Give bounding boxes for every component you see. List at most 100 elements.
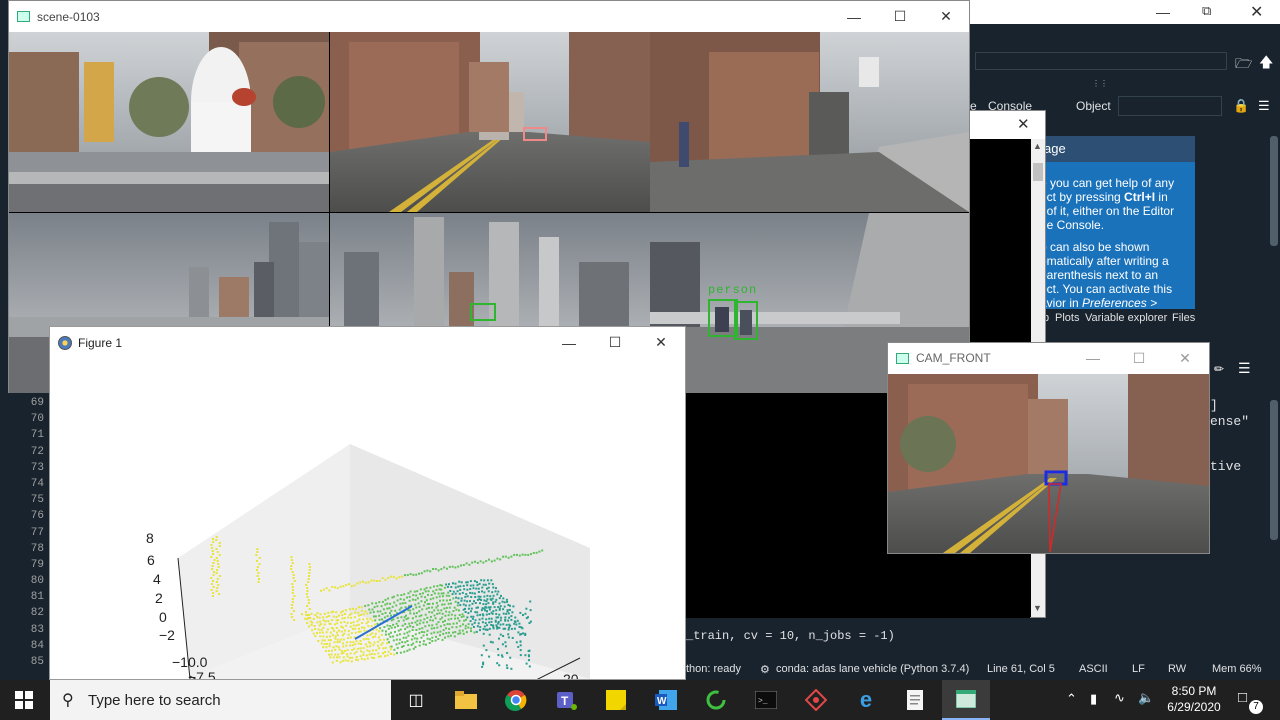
lidar-point	[338, 629, 340, 632]
clock[interactable]: 8:50 PM 6/29/2020	[1164, 684, 1224, 714]
lidar-point	[455, 596, 458, 599]
lidar-point	[424, 613, 427, 616]
edit-icon[interactable]: ✏	[1214, 362, 1224, 376]
notepad-icon[interactable]	[892, 680, 940, 720]
lidar-point	[479, 595, 482, 598]
lidar-point	[379, 627, 382, 630]
lidar-point	[445, 627, 447, 630]
lidar-point	[496, 626, 499, 629]
close-icon[interactable]: ✕	[1250, 2, 1263, 22]
restore-icon[interactable]: ⧉	[1202, 3, 1211, 19]
lidar-point	[387, 633, 390, 636]
lidar-point	[406, 626, 409, 629]
close-icon[interactable]: ✕	[1017, 115, 1030, 133]
minimize-button[interactable]: —	[831, 1, 877, 32]
lock-icon[interactable]: 🔒	[1233, 98, 1249, 114]
line-number: 80	[30, 575, 44, 588]
lidar-point	[480, 654, 483, 657]
windows-start-button[interactable]	[0, 680, 48, 720]
editor-scrollbar[interactable]	[1270, 400, 1278, 540]
close-button[interactable]: ✕	[923, 1, 969, 32]
lidar-point	[445, 594, 448, 597]
lidar-point	[464, 604, 467, 607]
lidar-point	[210, 583, 213, 585]
lidar-point	[496, 662, 499, 665]
lidar-point	[415, 606, 418, 609]
search-box[interactable]: ⚲ Type here to search	[50, 680, 391, 720]
lidar-point	[305, 584, 308, 586]
tab-variable-explorer[interactable]: Variable explorer	[1085, 312, 1167, 324]
volume-icon[interactable]: 🔈	[1138, 690, 1154, 706]
options-icon[interactable]: ☰	[1258, 98, 1270, 114]
lidar-point	[472, 584, 475, 587]
chrome-icon[interactable]	[492, 680, 540, 720]
word-icon[interactable]: W	[642, 680, 690, 720]
spyder-icon[interactable]	[792, 680, 840, 720]
chevron-down-icon[interactable]: ▼	[1033, 603, 1042, 613]
tab-files[interactable]: Files	[1172, 312, 1195, 324]
lidar-point	[506, 610, 509, 613]
figure-canvas[interactable]: 8 6 4 2 0 −2 −10.0 −7.5 20	[50, 358, 685, 679]
lidar-point	[327, 611, 330, 614]
sticky-notes-icon[interactable]	[592, 680, 640, 720]
object-combobox[interactable]	[1118, 96, 1222, 116]
terminal-icon[interactable]: >_	[742, 680, 790, 720]
minimize-icon[interactable]: —	[1156, 4, 1170, 20]
lidar-point	[349, 636, 352, 639]
lidar-point	[447, 618, 450, 621]
wifi-icon[interactable]: ∿	[1114, 690, 1125, 706]
maximize-button[interactable]: ☐	[592, 327, 638, 358]
lidar-3d-plot[interactable]	[50, 358, 685, 679]
lidar-point	[378, 618, 381, 621]
help-scrollbar[interactable]	[1270, 136, 1278, 246]
python-window-icon[interactable]	[942, 680, 990, 720]
tab-plots[interactable]: Plots	[1055, 312, 1079, 324]
loading-icon[interactable]	[692, 680, 740, 720]
maximize-button[interactable]: ☐	[877, 1, 923, 32]
file-explorer-icon[interactable]	[442, 680, 490, 720]
minimize-button[interactable]: —	[546, 327, 592, 358]
close-button[interactable]: ✕	[638, 327, 684, 358]
lidar-point	[365, 637, 368, 640]
lidar-point	[367, 638, 370, 641]
options-icon[interactable]: ☰	[1238, 360, 1251, 377]
lidar-point	[510, 555, 513, 558]
lidar-point	[440, 568, 443, 571]
lidar-point	[488, 627, 491, 630]
teams-icon[interactable]: T	[542, 680, 590, 720]
lidar-point	[413, 637, 416, 640]
chevron-up-icon[interactable]: ▲	[1033, 141, 1042, 151]
lidar-point	[374, 635, 377, 638]
lidar-point	[390, 614, 392, 617]
lidar-point	[357, 606, 360, 609]
lidar-point	[503, 605, 506, 608]
maximize-button[interactable]: ☐	[1116, 343, 1162, 373]
notifications-icon[interactable]: □	[1238, 689, 1247, 706]
task-view-icon[interactable]: ◫	[392, 680, 440, 720]
battery-icon[interactable]: ▮	[1090, 691, 1097, 707]
lidar-point	[502, 612, 505, 615]
close-button[interactable]: ✕	[1162, 343, 1208, 373]
lidar-point	[410, 638, 413, 641]
chevron-up-icon[interactable]: ⌃	[1066, 691, 1077, 707]
lidar-point	[396, 634, 399, 637]
edge-icon[interactable]: e	[842, 680, 890, 720]
lidar-point	[306, 622, 309, 625]
folder-icon[interactable]: 🗁	[1235, 53, 1252, 77]
lidar-point	[483, 591, 486, 594]
drag-handle-icon[interactable]: ⋮⋮	[1092, 79, 1108, 88]
minimize-button[interactable]: —	[1070, 343, 1116, 373]
window-title: scene-0103	[37, 9, 100, 24]
lidar-point	[448, 583, 450, 586]
lidar-point	[453, 606, 456, 609]
lidar-point	[418, 572, 420, 575]
scrollbar-thumb[interactable]	[1033, 163, 1043, 181]
lidar-point	[482, 603, 485, 606]
working-directory-input[interactable]	[975, 52, 1227, 70]
arrow-up-icon[interactable]: 🡅	[1259, 52, 1273, 76]
lidar-point	[306, 596, 309, 598]
lidar-point	[456, 590, 459, 593]
lidar-point	[450, 586, 453, 588]
lidar-point	[517, 631, 520, 634]
lidar-point	[437, 569, 440, 572]
